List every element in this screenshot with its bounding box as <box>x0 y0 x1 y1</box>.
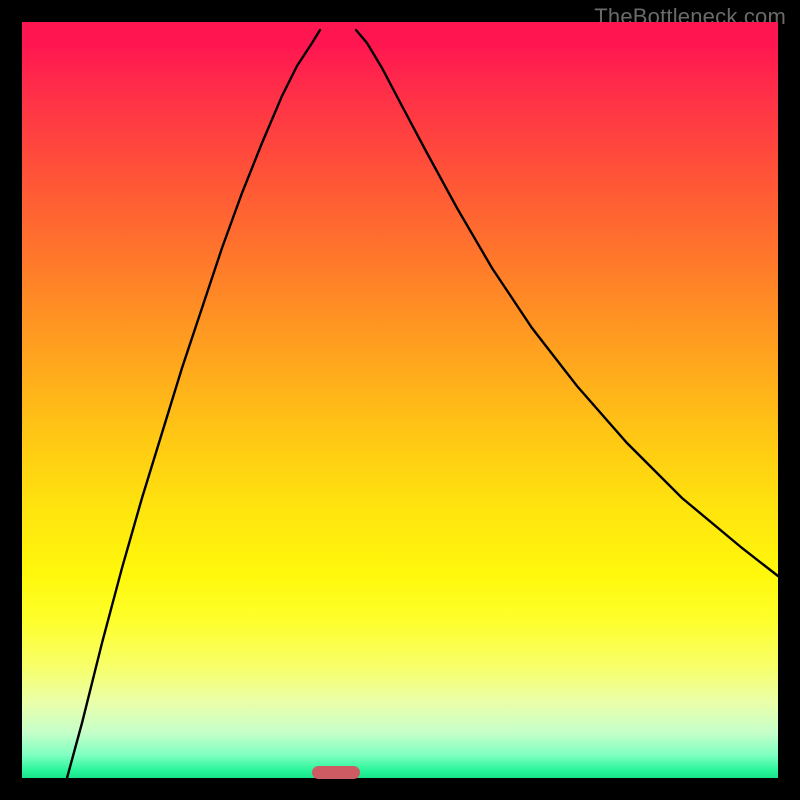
outer-frame: TheBottleneck.com <box>0 0 800 800</box>
left-curve <box>67 30 320 778</box>
right-curve <box>356 30 778 576</box>
plot-area <box>22 22 778 778</box>
curve-layer <box>22 22 778 778</box>
bottleneck-marker <box>312 766 360 779</box>
